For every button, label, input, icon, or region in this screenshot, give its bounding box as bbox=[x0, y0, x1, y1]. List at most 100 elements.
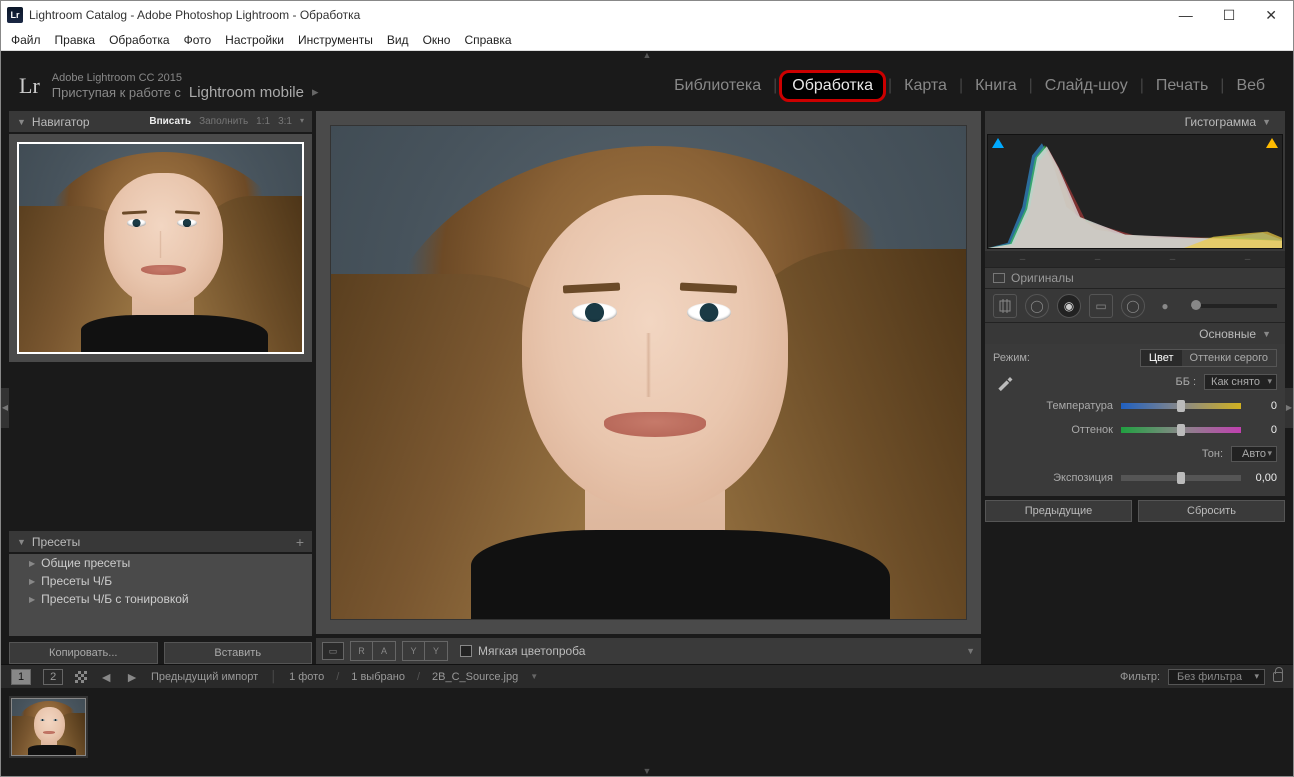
redeye-tool-icon[interactable]: ◉ bbox=[1057, 294, 1081, 318]
menu-window[interactable]: Окно bbox=[423, 33, 451, 47]
previous-button[interactable]: Предыдущие bbox=[985, 500, 1132, 522]
zoom-3to1[interactable]: 3:1 bbox=[278, 116, 292, 127]
before-after-y2[interactable]: Y bbox=[425, 642, 447, 660]
disclosure-icon: ▼ bbox=[1262, 329, 1271, 339]
menu-settings[interactable]: Настройки bbox=[225, 33, 284, 47]
temperature-slider[interactable] bbox=[1121, 403, 1241, 409]
right-panel-toggle[interactable]: ▶ bbox=[1285, 388, 1293, 428]
radial-filter-tool-icon[interactable]: ◯ bbox=[1121, 294, 1145, 318]
left-panel-toggle[interactable]: ◀ bbox=[1, 388, 9, 428]
histogram[interactable] bbox=[987, 134, 1283, 249]
loupe-view[interactable] bbox=[316, 111, 981, 634]
brush-size-slider[interactable] bbox=[1191, 304, 1277, 308]
lightroom-mobile-label: Lightroom mobile bbox=[189, 84, 304, 101]
secondary-display-button[interactable]: 2 bbox=[43, 669, 63, 685]
preset-folder[interactable]: ▶Пресеты Ч/Б bbox=[9, 572, 312, 590]
reset-button[interactable]: Сбросить bbox=[1138, 500, 1285, 522]
before-after-a[interactable]: A bbox=[373, 642, 395, 660]
disclosure-icon: ▼ bbox=[17, 537, 26, 547]
gradient-filter-tool-icon[interactable]: ▭ bbox=[1089, 294, 1113, 318]
filter-lock-icon[interactable] bbox=[1273, 672, 1283, 682]
loupe-view-button[interactable]: ▭ bbox=[322, 642, 344, 660]
photo-count: 1 фото bbox=[289, 671, 324, 683]
grid-view-icon[interactable] bbox=[75, 671, 87, 683]
rectangle-icon bbox=[993, 273, 1005, 283]
navigator-preview[interactable] bbox=[17, 142, 304, 354]
identity-plate-row: Lr Adobe Lightroom CC 2015 Приступая к р… bbox=[1, 61, 1293, 111]
copy-settings-button[interactable]: Копировать... bbox=[9, 642, 158, 664]
basic-title: Основные bbox=[1199, 327, 1256, 341]
toolbar-menu-icon[interactable]: ▼ bbox=[966, 646, 975, 656]
menu-tools[interactable]: Инструменты bbox=[298, 33, 373, 47]
histogram-title: Гистограмма bbox=[1185, 115, 1256, 129]
bottom-panel-toggle[interactable]: ▼ bbox=[1, 766, 1293, 776]
presets-header[interactable]: ▼ Пресеты + bbox=[9, 531, 312, 552]
module-book[interactable]: Книга bbox=[965, 73, 1026, 99]
filter-dropdown[interactable]: Без фильтра bbox=[1168, 669, 1265, 685]
menu-develop[interactable]: Обработка bbox=[109, 33, 170, 47]
add-preset-icon[interactable]: + bbox=[296, 534, 304, 550]
module-map[interactable]: Карта bbox=[894, 73, 957, 99]
menubar: Файл Правка Обработка Фото Настройки Инс… bbox=[1, 29, 1293, 51]
before-after-y1[interactable]: Y bbox=[403, 642, 425, 660]
filmstrip-thumbnail[interactable] bbox=[11, 698, 86, 756]
module-print[interactable]: Печать bbox=[1146, 73, 1218, 99]
disclosure-icon: ▼ bbox=[17, 117, 26, 127]
histogram-header[interactable]: Гистограмма ▼ bbox=[985, 111, 1285, 132]
module-library[interactable]: Библиотека bbox=[664, 73, 771, 99]
brush-tool-icon[interactable]: ● bbox=[1153, 294, 1177, 318]
preset-folder[interactable]: ▶Общие пресеты bbox=[9, 554, 312, 572]
primary-display-button[interactable]: 1 bbox=[11, 669, 31, 685]
source-label[interactable]: Предыдущий импорт bbox=[151, 671, 258, 683]
tint-value[interactable]: 0 bbox=[1249, 424, 1277, 436]
play-icon[interactable]: ▸ bbox=[312, 84, 319, 100]
menu-photo[interactable]: Фото bbox=[184, 33, 212, 47]
breadcrumb-menu-icon[interactable]: ▼ bbox=[530, 672, 538, 681]
menu-help[interactable]: Справка bbox=[464, 33, 511, 47]
filmstrip[interactable] bbox=[1, 688, 1293, 766]
temperature-value[interactable]: 0 bbox=[1249, 400, 1277, 412]
originals-toggle[interactable]: Оригиналы bbox=[985, 267, 1285, 289]
top-panel-toggle[interactable]: ▲ bbox=[1, 51, 1293, 61]
before-after-r[interactable]: R bbox=[351, 642, 373, 660]
softproof-checkbox[interactable] bbox=[460, 645, 472, 657]
shadow-clipping-icon[interactable] bbox=[992, 138, 1004, 148]
tone-auto-button[interactable]: Авто bbox=[1231, 446, 1277, 462]
tint-slider[interactable] bbox=[1121, 427, 1241, 433]
menu-file[interactable]: Файл bbox=[11, 33, 41, 47]
paste-settings-button[interactable]: Вставить bbox=[164, 642, 313, 664]
module-web[interactable]: Веб bbox=[1226, 73, 1275, 99]
module-slideshow[interactable]: Слайд-шоу bbox=[1035, 73, 1138, 99]
exposure-label: Экспозиция bbox=[1053, 472, 1113, 484]
maximize-button[interactable]: ☐ bbox=[1223, 7, 1236, 24]
module-develop[interactable]: Обработка bbox=[779, 70, 886, 102]
basic-panel-header[interactable]: Основные ▼ bbox=[985, 323, 1285, 344]
develop-toolbar: ▭ R A Y Y Мягкая цветопроба ▼ bbox=[316, 638, 981, 664]
crop-tool-icon[interactable] bbox=[993, 294, 1017, 318]
treatment-label: Режим: bbox=[993, 352, 1030, 364]
menu-view[interactable]: Вид bbox=[387, 33, 409, 47]
zoom-fit[interactable]: Вписать bbox=[149, 116, 191, 127]
preset-folder[interactable]: ▶Пресеты Ч/Б с тонировкой bbox=[9, 590, 312, 608]
zoom-menu-icon[interactable]: ▾ bbox=[300, 116, 304, 127]
white-balance-picker-icon[interactable] bbox=[993, 370, 1017, 394]
zoom-fill[interactable]: Заполнить bbox=[199, 116, 248, 127]
wb-label: ББ : bbox=[1175, 376, 1196, 388]
nav-back-icon[interactable]: ◄ bbox=[99, 669, 113, 685]
menu-edit[interactable]: Правка bbox=[55, 33, 96, 47]
treatment-color[interactable]: Цвет bbox=[1141, 350, 1182, 366]
tint-label: Оттенок bbox=[1071, 424, 1113, 436]
minimize-button[interactable]: — bbox=[1179, 7, 1193, 24]
navigator-header[interactable]: ▼ Навигатор Вписать Заполнить 1:1 3:1 ▾ bbox=[9, 111, 312, 132]
wb-dropdown[interactable]: Как снято bbox=[1204, 374, 1277, 390]
zoom-1to1[interactable]: 1:1 bbox=[256, 116, 270, 127]
spot-removal-tool-icon[interactable]: ◯ bbox=[1025, 294, 1049, 318]
module-picker: Библиотека| Обработка| Карта| Книга| Сла… bbox=[664, 70, 1275, 102]
highlight-clipping-icon[interactable] bbox=[1266, 138, 1278, 148]
close-button[interactable]: ✕ bbox=[1265, 7, 1277, 24]
exposure-slider[interactable] bbox=[1121, 475, 1241, 481]
treatment-bw[interactable]: Оттенки серого bbox=[1182, 350, 1276, 366]
nav-forward-icon[interactable]: ► bbox=[125, 669, 139, 685]
lr-logo: Lr bbox=[19, 73, 40, 99]
exposure-value[interactable]: 0,00 bbox=[1249, 472, 1277, 484]
